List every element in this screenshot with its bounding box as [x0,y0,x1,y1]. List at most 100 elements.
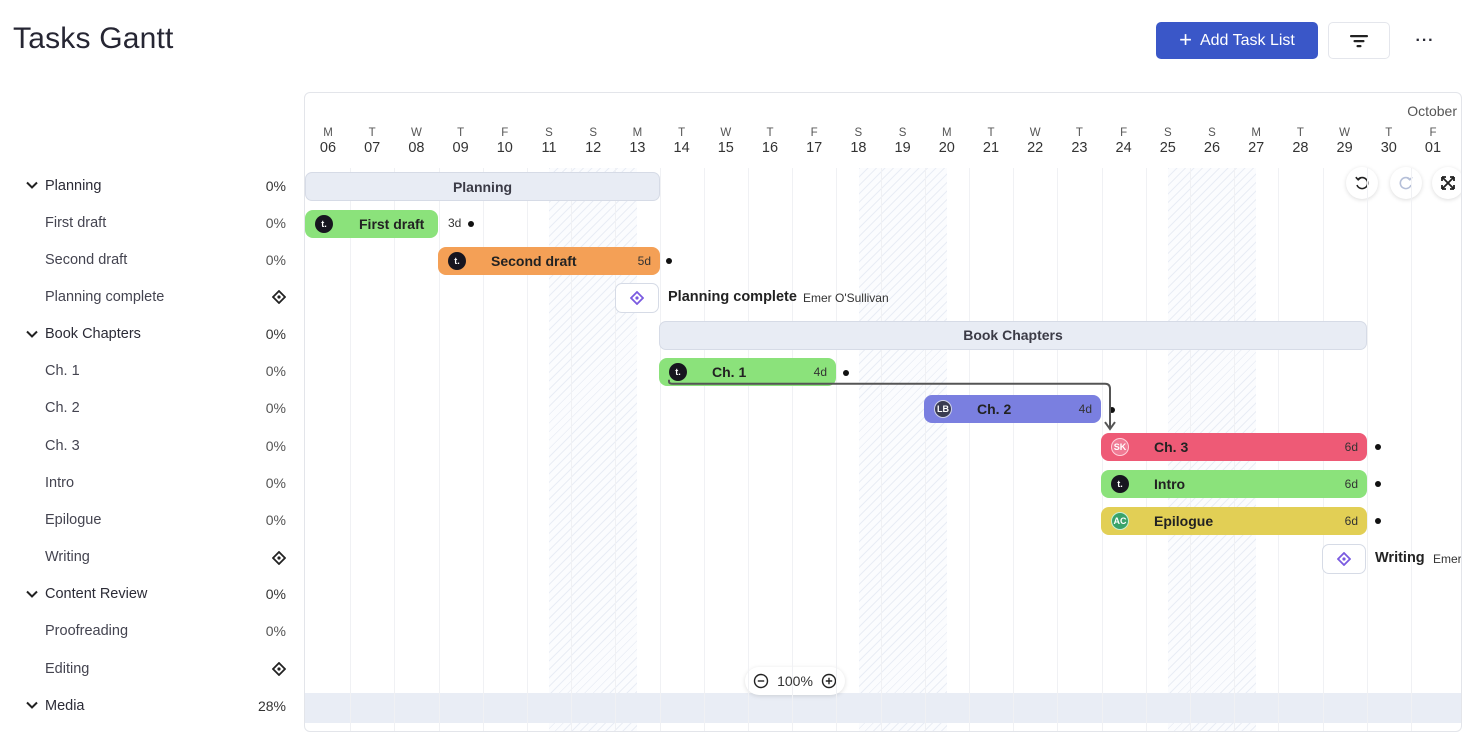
progress-percent: 0% [265,326,286,343]
task-bar-first_draft[interactable]: t. First draft [305,209,438,238]
more-options-button[interactable]: ··· [1404,22,1446,59]
tree-row-label: Proofreading [45,623,129,640]
tree-group-row[interactable]: Planning 0% [0,167,300,204]
tree-task-row[interactable]: First draft 0% [0,204,300,241]
tree-group-row[interactable]: Media 28% [0,687,300,724]
dependency-handle[interactable] [468,221,474,228]
task-bar-epilogue[interactable]: AC Epilogue 6d [1101,506,1367,535]
tree-task-row[interactable]: Proofreading 0% [0,613,300,650]
filter-button[interactable] [1328,22,1390,59]
progress-percent: 0% [265,177,286,194]
assignee-avatar: t. [448,251,466,270]
day-header: F 24 [1102,127,1146,156]
day-header: T 21 [969,127,1013,156]
tree-task-row[interactable]: Ch. 2 0% [0,390,300,427]
day-header: M 06 [306,127,350,156]
task-bar-ch1[interactable]: t. Ch. 1 4d [659,358,836,387]
day-header: W 29 [1323,127,1367,156]
dependency-handle[interactable] [666,258,672,265]
grid-line [969,168,970,731]
task-name: Ch. 1 [712,364,747,381]
milestone-icon [630,291,644,306]
tree-row-label: Ch. 3 [45,437,80,454]
tree-group-row[interactable]: Content Review 0% [0,576,300,613]
group-bar[interactable]: Planning [305,172,660,201]
zoom-level: 100% [777,673,813,689]
day-number: 18 [850,140,867,156]
day-number: 20 [938,140,955,156]
day-number: 01 [1424,140,1442,156]
day-header: T 16 [748,127,792,156]
redo-button[interactable] [1390,167,1422,199]
weekend-shade [858,168,947,731]
task-name: Second draft [491,252,577,269]
grid-line [792,168,794,731]
chevron-down-icon[interactable] [25,587,39,601]
milestone-icon [272,290,286,305]
day-of-week: M [1251,127,1261,139]
day-header: T 23 [1057,127,1101,156]
tree-task-row[interactable]: Ch. 3 0% [0,427,300,464]
progress-percent: 0% [265,586,286,603]
add-task-list-button[interactable]: + Add Task List [1156,22,1318,59]
day-header: S 25 [1146,127,1190,156]
tree-task-row[interactable]: Writing [0,539,300,576]
zoom-in-button[interactable] [821,673,837,689]
day-of-week: W [1339,127,1351,139]
tree-row-label: Intro [45,474,75,491]
day-number: 21 [982,140,1000,156]
day-of-week: T [457,127,465,139]
milestone-marker[interactable] [615,283,659,314]
milestone-owner: Emer O'Sullivan [803,291,889,306]
day-header: M 13 [615,127,659,156]
task-duration: 6d [1344,513,1358,528]
zoom-out-button[interactable] [753,673,769,689]
chevron-down-icon[interactable] [25,178,39,192]
day-header: T 07 [350,127,394,156]
tree-task-row[interactable]: Intro 0% [0,464,300,501]
chevron-down-icon[interactable] [25,327,39,341]
tree-task-row[interactable]: Second draft 0% [0,241,300,278]
progress-percent: 0% [265,474,286,491]
tree-task-row[interactable]: Editing [0,650,300,687]
tree-row-label: Content Review [45,586,148,603]
page-title: Tasks Gantt [13,22,174,55]
task-name: Epilogue [1154,512,1214,529]
undo-button[interactable] [1346,167,1378,199]
tree-task-row[interactable]: Planning complete [0,278,300,315]
day-header: W 22 [1013,127,1057,156]
tree-group-row[interactable]: Book Chapters 0% [0,316,300,353]
dependency-handle[interactable] [843,369,849,376]
filter-icon [1350,34,1368,47]
tree-task-row[interactable]: Ch. 1 0% [0,353,300,390]
tree-row-label: First draft [45,214,107,231]
task-duration: 4d [1078,402,1092,417]
dependency-handle[interactable] [1375,518,1381,525]
grid-line [1411,168,1412,731]
dependency-handle[interactable] [1109,406,1115,413]
tree-task-row[interactable]: Epilogue 0% [0,501,300,538]
day-number: 06 [319,140,337,156]
day-of-week: M [323,127,333,139]
task-bar-ch3[interactable]: SK Ch. 3 6d [1101,432,1367,461]
day-of-week: S [545,127,553,139]
chevron-down-icon[interactable] [25,698,39,712]
task-bar-intro[interactable]: t. Intro 6d [1101,469,1367,498]
plus-icon: + [1179,26,1192,52]
day-number: 14 [673,140,690,156]
dependency-handle[interactable] [1375,444,1381,451]
task-bar-second_draft[interactable]: t. Second draft 5d [438,246,660,275]
grid-line [394,168,396,731]
day-of-week: S [1208,127,1216,139]
milestone-marker[interactable] [1322,543,1366,574]
group-bar[interactable]: Book Chapters [659,320,1367,350]
day-of-week: T [368,127,376,139]
task-bar-ch2[interactable]: LB Ch. 2 4d [924,395,1101,424]
dependency-handle[interactable] [1375,481,1381,488]
grid-line [748,168,749,731]
fullscreen-button[interactable] [1432,167,1461,199]
assignee-avatar: t. [315,214,333,233]
day-header: T 09 [439,127,483,156]
assignee-avatar: SK [1111,437,1129,456]
day-number: 29 [1336,140,1353,156]
